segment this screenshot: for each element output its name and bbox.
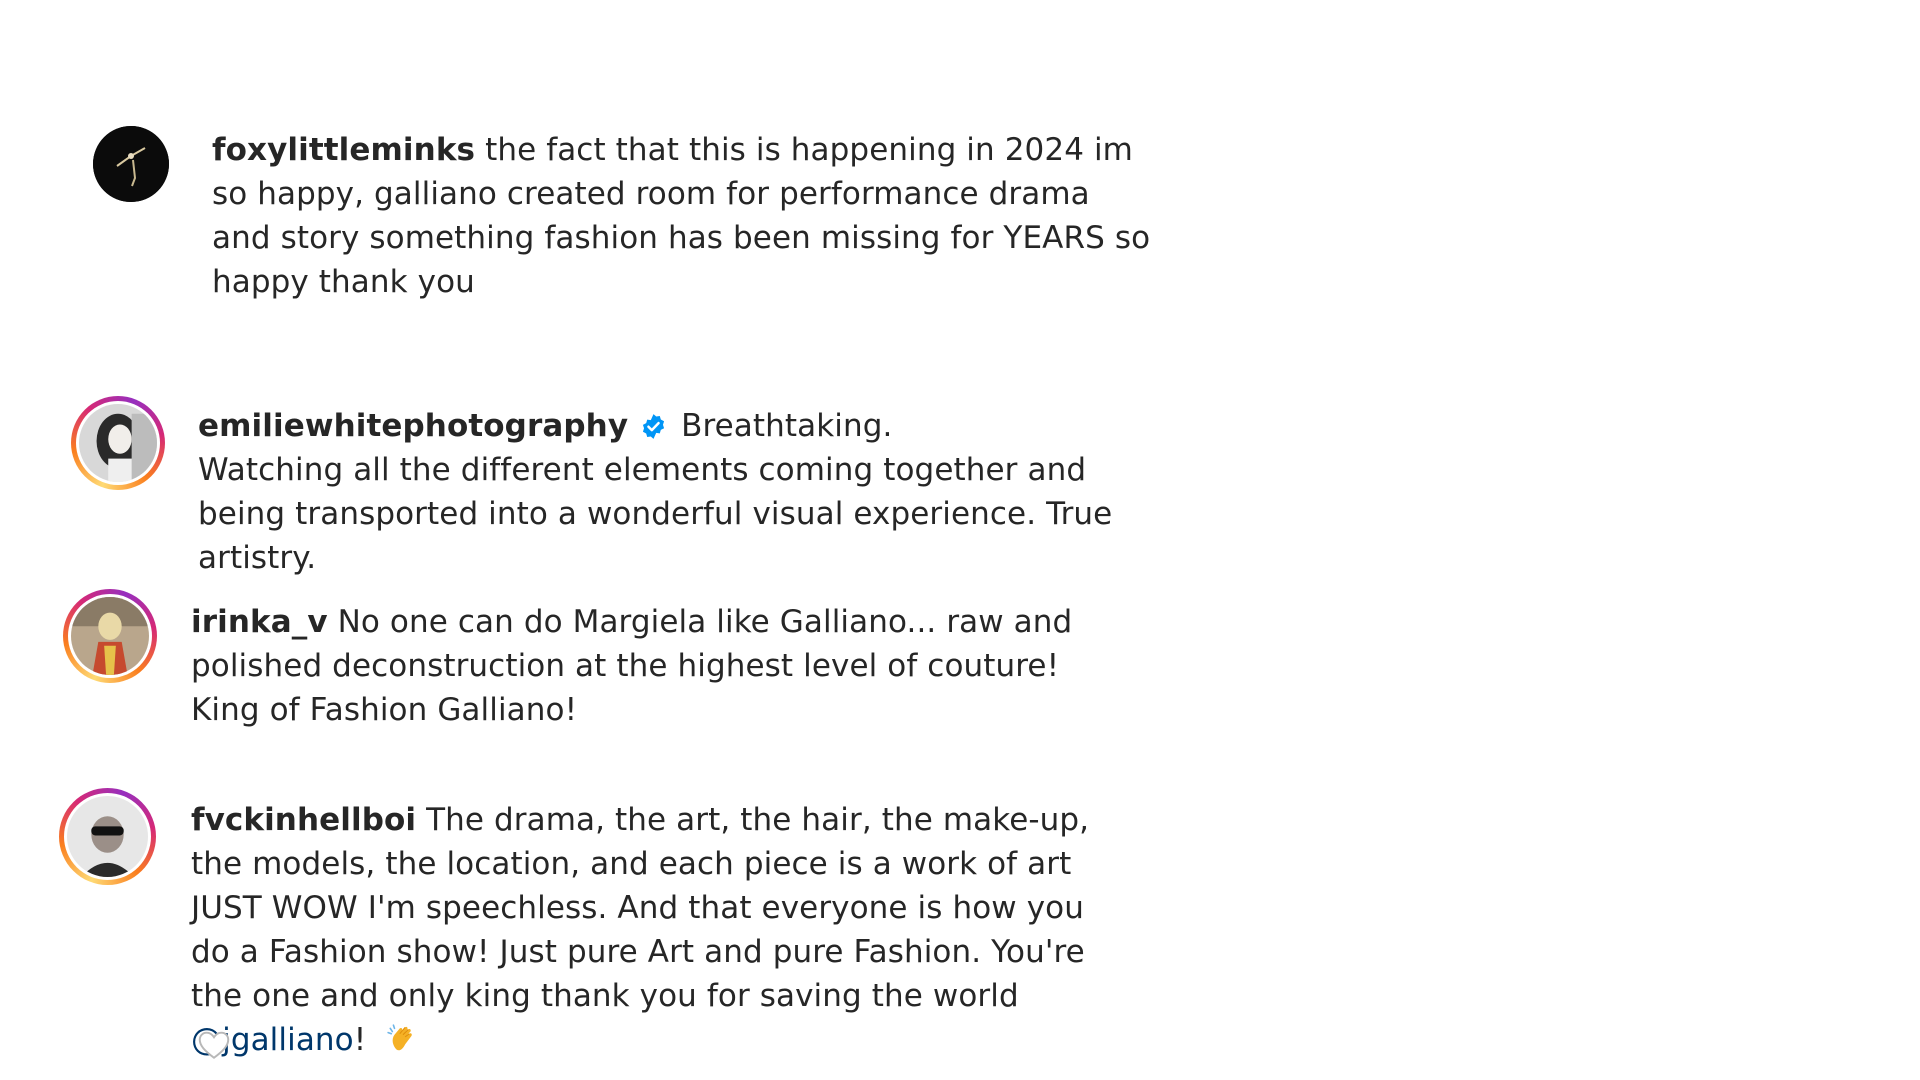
avatar[interactable] bbox=[63, 589, 157, 683]
comment-body: Watching all the different elements comi… bbox=[198, 452, 1113, 576]
heart-icon[interactable] bbox=[196, 1027, 232, 1063]
avatar[interactable] bbox=[71, 396, 165, 490]
clapping-hands-emoji bbox=[387, 1024, 413, 1051]
avatar-image bbox=[71, 597, 149, 675]
avatar-image bbox=[67, 796, 148, 877]
avatar-image bbox=[93, 126, 169, 202]
comment-first-line: Breathtaking. bbox=[681, 408, 893, 444]
comment-username[interactable]: fvckinhellboi bbox=[191, 802, 416, 838]
comment-text-block: fvckinhellboi The drama, the art, the ha… bbox=[191, 798, 1131, 1062]
comment-text-block: irinka_v No one can do Margiela like Gal… bbox=[191, 600, 1131, 732]
avatar[interactable] bbox=[59, 788, 156, 885]
comment-text-block: emiliewhitephotography Breathtaking. Wat… bbox=[198, 404, 1138, 580]
portrait-icon bbox=[67, 796, 148, 877]
comment-username[interactable]: irinka_v bbox=[191, 604, 328, 640]
comment-username[interactable]: foxylittleminks bbox=[212, 132, 475, 168]
avatar[interactable] bbox=[93, 126, 169, 202]
comment-body-end: ! bbox=[353, 1022, 367, 1058]
dark-photo-icon bbox=[93, 126, 169, 202]
portrait-icon bbox=[79, 404, 157, 482]
verified-badge-icon bbox=[643, 414, 665, 439]
avatar-image bbox=[79, 404, 157, 482]
comment-username[interactable]: emiliewhitephotography bbox=[198, 408, 628, 444]
portrait-icon bbox=[71, 597, 149, 675]
comment-text-block: foxylittleminks the fact that this is ha… bbox=[212, 128, 1152, 304]
